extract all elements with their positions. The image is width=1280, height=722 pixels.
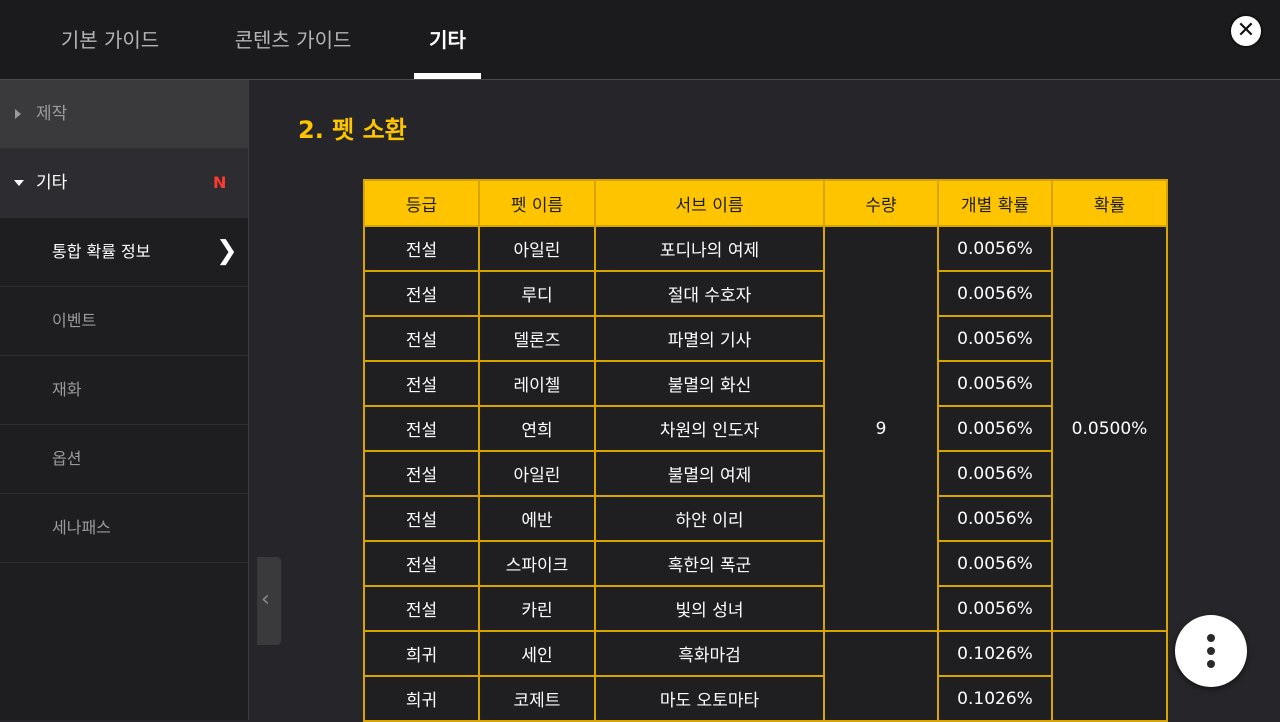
- header-grade: 등급: [363, 179, 480, 227]
- chevron-left-icon: ‹: [261, 587, 270, 612]
- table-row: 전설 아일린 불멸의 여제 0.0056%: [363, 450, 1167, 497]
- cell-individual-prob: 0.0056%: [937, 270, 1053, 317]
- tab-etc[interactable]: 기타: [414, 0, 481, 79]
- cell-individual-prob: 0.0056%: [937, 585, 1053, 632]
- sidebar-item-currency[interactable]: 재화: [0, 356, 248, 425]
- sidebar-item-probability-info[interactable]: 통합 확률 정보 ❯: [0, 218, 248, 287]
- caret-right-icon: [15, 109, 21, 119]
- sidebar-item-event[interactable]: 이벤트: [0, 287, 248, 356]
- sidebar-group-production[interactable]: 제작: [0, 80, 248, 149]
- table-row: 전설 루디 절대 수호자 0.0056%: [363, 270, 1167, 317]
- cell-pet-name: 아일린: [478, 225, 596, 272]
- sidebar-group-label: 제작: [36, 104, 68, 124]
- table-row: 전설 레이첼 불멸의 화신 0.0056%: [363, 360, 1167, 407]
- cell-individual-prob: 0.0056%: [937, 495, 1053, 542]
- cell-sub-name: 마도 오토마타: [594, 675, 825, 722]
- sidebar-item-label: 재화: [52, 380, 82, 399]
- cell-grade: 전설: [363, 225, 480, 272]
- cell-individual-prob: 0.0056%: [937, 225, 1053, 272]
- cell-pet-name: 스파이크: [478, 540, 596, 587]
- chevron-right-icon: ❯: [216, 236, 238, 266]
- table-row: 전설 연희 차원의 인도자 0.0056%: [363, 405, 1167, 452]
- cell-total-prob: [1051, 630, 1168, 722]
- new-badge: N: [213, 173, 227, 192]
- cell-grade: 희귀: [363, 630, 480, 677]
- sidebar: 제작 기타 N 통합 확률 정보 ❯ 이벤트 재화 옵션 세나패스: [0, 80, 249, 720]
- cell-quantity: [823, 630, 939, 722]
- close-icon: ✕: [1236, 18, 1256, 43]
- section-title: 2. 펫 소환: [298, 116, 407, 144]
- table-row: 전설 카린 빛의 성녀 0.0056%: [363, 585, 1167, 632]
- more-options-button[interactable]: [1175, 615, 1247, 687]
- cell-grade: 전설: [363, 360, 480, 407]
- table-row: 전설 델론즈 파멸의 기사 0.0056%: [363, 315, 1167, 362]
- cell-grade: 전설: [363, 585, 480, 632]
- cell-individual-prob: 0.0056%: [937, 405, 1053, 452]
- cell-grade: 전설: [363, 405, 480, 452]
- sidebar-item-label: 통합 확률 정보: [52, 242, 151, 261]
- tab-content-guide[interactable]: 콘텐츠 가이드: [225, 0, 361, 79]
- cell-sub-name: 불멸의 화신: [594, 360, 825, 407]
- sidebar-group-label: 기타: [36, 173, 68, 193]
- table-row: 희귀 세인 흑화마검 0.1026%: [363, 630, 1168, 722]
- active-tab-indicator: [414, 73, 481, 79]
- cell-pet-name: 코제트: [478, 675, 596, 722]
- cell-individual-prob: 0.0056%: [937, 315, 1053, 362]
- cell-grade: 전설: [363, 315, 480, 362]
- cell-sub-name: 빛의 성녀: [594, 585, 825, 632]
- header-prob: 확률: [1051, 179, 1168, 227]
- cell-pet-name: 에반: [478, 495, 596, 542]
- sidebar-item-option[interactable]: 옵션: [0, 425, 248, 494]
- close-button[interactable]: ✕: [1229, 14, 1263, 48]
- cell-pet-name: 루디: [478, 270, 596, 317]
- sidebar-group-etc[interactable]: 기타 N: [0, 149, 248, 218]
- cell-quantity: 9: [823, 225, 939, 632]
- cell-grade: 전설: [363, 450, 480, 497]
- cell-pet-name: 카린: [478, 585, 596, 632]
- header-quantity: 수량: [823, 179, 939, 227]
- cell-grade: 희귀: [363, 675, 480, 722]
- header-sub-name: 서브 이름: [594, 179, 825, 227]
- pet-probability-table: 등급 펫 이름 서브 이름 수량 개별 확률 확률 전설 아일린 포디나의 여제…: [363, 179, 1168, 722]
- top-tab-bar: 기본 가이드 콘텐츠 가이드 기타 ✕: [0, 0, 1280, 80]
- cell-grade: 전설: [363, 270, 480, 317]
- cell-grade: 전설: [363, 495, 480, 542]
- cell-sub-name: 하얀 이리: [594, 495, 825, 542]
- cell-pet-name: 세인: [478, 630, 596, 677]
- sidebar-item-label: 이벤트: [52, 311, 97, 330]
- cell-individual-prob: 0.1026%: [937, 630, 1053, 677]
- sidebar-item-label: 세나패스: [52, 518, 111, 537]
- table-row: 희귀 코제트 마도 오토마타 0.1026%: [363, 675, 1167, 722]
- table-header-row: 등급 펫 이름 서브 이름 수량 개별 확률 확률: [363, 179, 1168, 227]
- tab-basic-guide[interactable]: 기본 가이드: [48, 0, 172, 79]
- cell-grade: 전설: [363, 540, 480, 587]
- cell-individual-prob: 0.1026%: [937, 675, 1053, 722]
- sidebar-item-label: 옵션: [52, 449, 82, 468]
- table-row: 전설 스파이크 혹한의 폭군 0.0056%: [363, 540, 1167, 587]
- cell-sub-name: 흑화마검: [594, 630, 825, 677]
- header-individual-prob: 개별 확률: [937, 179, 1053, 227]
- cell-sub-name: 불멸의 여제: [594, 450, 825, 497]
- table-row: 전설 에반 하얀 이리 0.0056%: [363, 495, 1167, 542]
- cell-sub-name: 절대 수호자: [594, 270, 825, 317]
- cell-sub-name: 혹한의 폭군: [594, 540, 825, 587]
- cell-pet-name: 델론즈: [478, 315, 596, 362]
- cell-individual-prob: 0.0056%: [937, 540, 1053, 587]
- sidebar-collapse-button[interactable]: ‹: [257, 557, 281, 645]
- cell-total-prob: 0.0500%: [1051, 225, 1168, 632]
- header-pet-name: 펫 이름: [478, 179, 596, 227]
- cell-individual-prob: 0.0056%: [937, 360, 1053, 407]
- cell-pet-name: 연희: [478, 405, 596, 452]
- caret-down-icon: [14, 180, 24, 186]
- cell-individual-prob: 0.0056%: [937, 450, 1053, 497]
- table-row: 전설 아일린 포디나의 여제 9 0.0056% 0.0500%: [363, 225, 1168, 632]
- sidebar-item-senapass[interactable]: 세나패스: [0, 494, 248, 563]
- cell-sub-name: 차원의 인도자: [594, 405, 825, 452]
- cell-pet-name: 레이첼: [478, 360, 596, 407]
- cell-sub-name: 파멸의 기사: [594, 315, 825, 362]
- cell-sub-name: 포디나의 여제: [594, 225, 825, 272]
- cell-pet-name: 아일린: [478, 450, 596, 497]
